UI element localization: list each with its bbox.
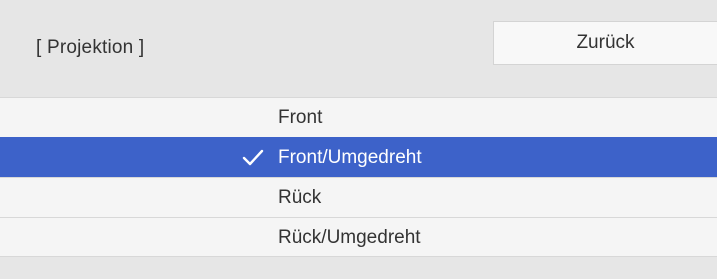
option-label: Rück/Umgedreht xyxy=(278,227,421,248)
option-label: Rück xyxy=(278,187,322,208)
option-front-umgedreht[interactable]: Front/Umgedreht xyxy=(0,137,717,177)
page-title: [ Projektion ] xyxy=(36,37,145,58)
option-front[interactable]: Front xyxy=(0,97,717,137)
option-rueck-umgedreht[interactable]: Rück/Umgedreht xyxy=(0,217,717,257)
option-label: Front xyxy=(278,107,323,128)
option-rueck[interactable]: Rück xyxy=(0,177,717,217)
check-icon xyxy=(242,149,264,166)
projection-menu: [ Projektion ] Zurück Front Front/Umgedr… xyxy=(0,0,717,279)
menu-footer-strip xyxy=(0,258,717,279)
option-list: Front Front/Umgedreht Rück Rück/Umgedreh… xyxy=(0,97,717,257)
back-button[interactable]: Zurück xyxy=(493,21,717,65)
menu-header: [ Projektion ] Zurück xyxy=(0,0,717,92)
option-label: Front/Umgedreht xyxy=(278,147,422,168)
